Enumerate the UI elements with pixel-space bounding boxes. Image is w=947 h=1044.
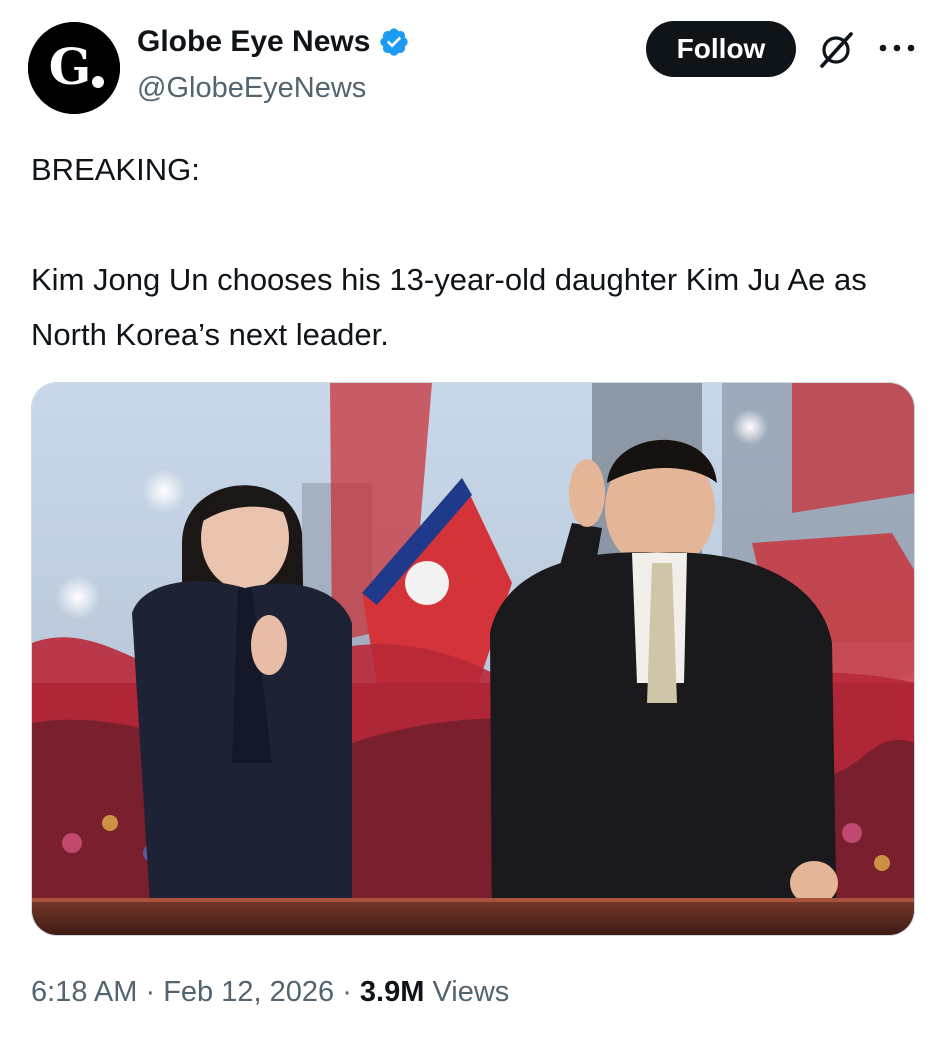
tweet-meta: 6:18 AM · Feb 12, 2026 · 3.9M Views <box>31 970 509 1014</box>
tweet-headline: BREAKING: <box>31 152 200 187</box>
svg-text:G: G <box>49 37 92 96</box>
meta-separator-2: · <box>342 976 352 1008</box>
tweet-date[interactable]: Feb 12, 2026 <box>163 976 334 1008</box>
verified-badge-icon[interactable] <box>378 26 410 58</box>
meta-separator-1: · <box>145 976 156 1008</box>
display-name[interactable]: Globe Eye News <box>137 22 410 62</box>
tweet-body: Kim Jong Un chooses his 13-year-old daug… <box>31 262 867 352</box>
account-handle[interactable]: @GlobeEyeNews <box>137 68 366 108</box>
tweet-time[interactable]: 6:18 AM <box>31 976 137 1008</box>
views-label[interactable]: Views <box>432 976 509 1008</box>
display-name-text[interactable]: Globe Eye News <box>137 22 370 62</box>
tweet-photo[interactable] <box>31 382 915 936</box>
globe-eye-logo-icon: G <box>28 22 120 114</box>
grok-icon[interactable] <box>814 28 858 72</box>
more-icon[interactable] <box>874 30 920 66</box>
views-count[interactable]: 3.9M <box>360 976 424 1008</box>
avatar[interactable]: G <box>28 22 120 114</box>
photo-illustration <box>32 383 914 935</box>
tweet-text: BREAKING: Kim Jong Un chooses his 13-yea… <box>31 142 916 362</box>
follow-button[interactable]: Follow <box>646 21 796 77</box>
